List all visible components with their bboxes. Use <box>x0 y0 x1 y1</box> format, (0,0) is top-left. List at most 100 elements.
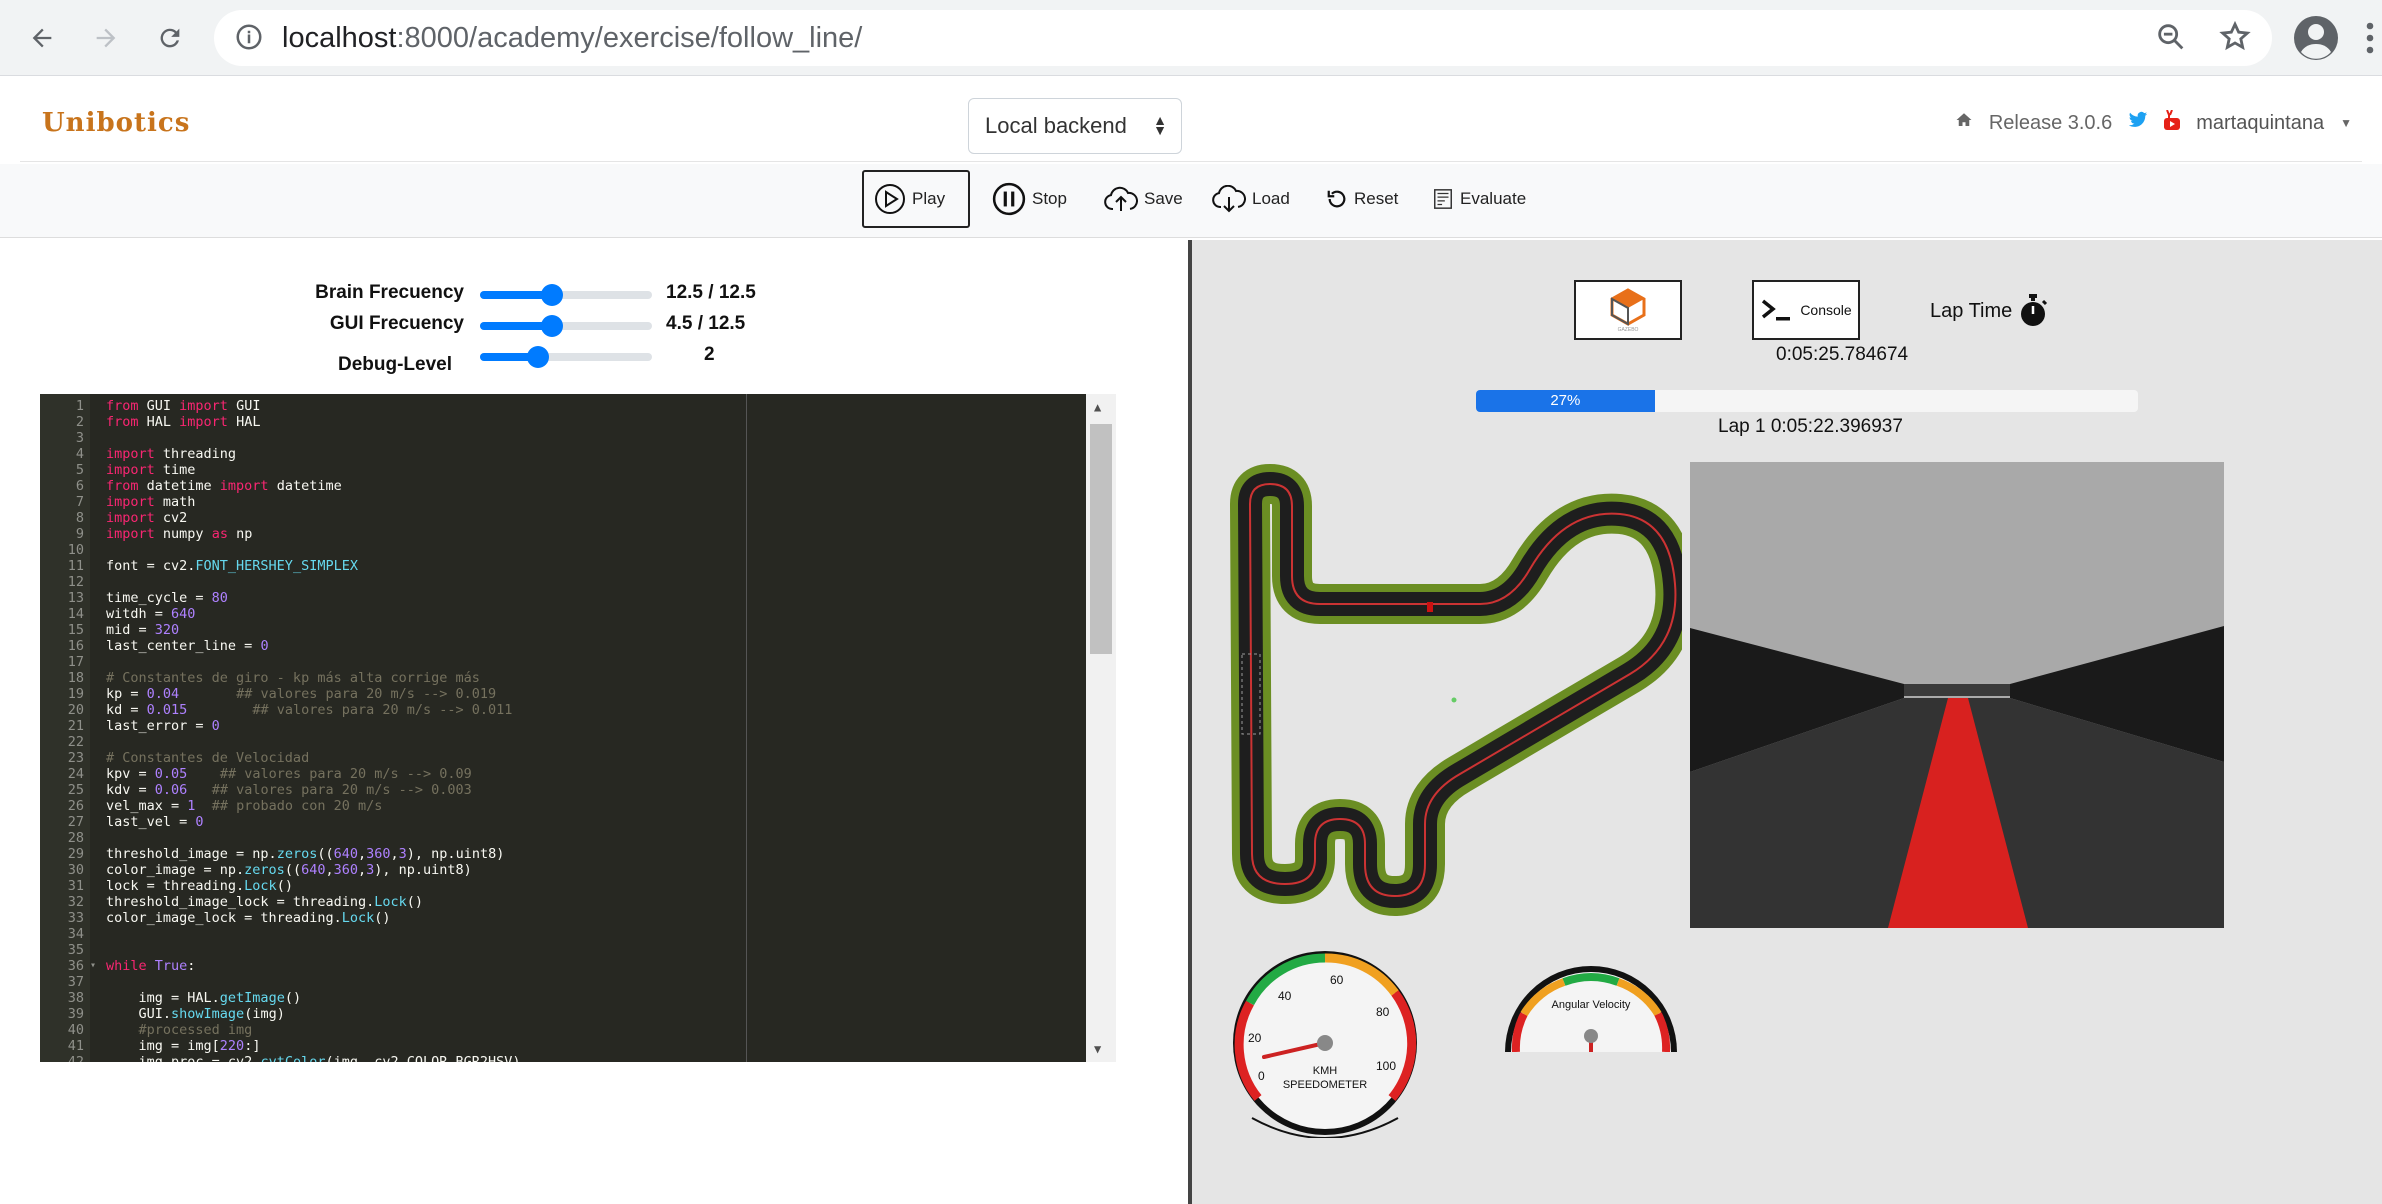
reset-button[interactable]: Reset <box>1316 170 1408 228</box>
evaluate-button[interactable]: Evaluate <box>1422 170 1536 228</box>
code-text[interactable]: font = cv2.FONT_HERSHEY_SIMPLEX <box>106 558 358 574</box>
code-text[interactable]: while True: <box>106 958 195 974</box>
info-icon[interactable] <box>234 22 264 57</box>
code-text[interactable]: kd = 0.015 ## valores para 20 m/s --> 0.… <box>106 702 512 718</box>
reload-icon[interactable] <box>146 14 194 62</box>
code-text[interactable]: threshold_image = np.zeros((640,360,3), … <box>106 846 504 862</box>
code-text[interactable]: #processed img <box>106 1022 253 1038</box>
code-line[interactable]: 24 kpv = 0.05 ## valores para 20 m/s --> … <box>40 766 1080 782</box>
code-text[interactable]: color_image = np.zeros((640,360,3), np.u… <box>106 862 472 878</box>
code-text[interactable]: mid = 320 <box>106 622 179 638</box>
fold-arrow-icon[interactable]: ▾ <box>90 958 96 974</box>
code-line[interactable]: 31 lock = threading.Lock() <box>40 878 1080 894</box>
brain-frequency-track[interactable] <box>480 284 652 306</box>
code-line[interactable]: 19 kp = 0.04 ## valores para 20 m/s --> 0… <box>40 686 1080 702</box>
code-text[interactable]: from GUI import GUI <box>106 398 260 414</box>
code-line[interactable]: 38 img = HAL.getImage() <box>40 990 1080 1006</box>
zoom-icon[interactable] <box>2154 20 2188 59</box>
gui-frequency-thumb[interactable] <box>541 315 564 337</box>
brand-logo[interactable]: Unibotics <box>42 108 190 138</box>
code-line[interactable]: 41 img = img[220:] <box>40 1038 1080 1054</box>
code-text[interactable]: time_cycle = 80 <box>106 590 228 606</box>
backend-select[interactable]: Local backend ▲ ▼ <box>968 98 1182 154</box>
code-lines[interactable]: 1 from GUI import GUI 2 from HAL import HAL… <box>40 398 1080 1062</box>
code-line[interactable]: 1 from GUI import GUI <box>40 398 1080 414</box>
bookmark-star-icon[interactable] <box>2218 20 2252 59</box>
code-text[interactable]: img = HAL.getImage() <box>106 990 302 1006</box>
code-line[interactable]: 40 #processed img <box>40 1022 1080 1038</box>
caret-down-icon[interactable]: ▼ <box>2340 116 2352 130</box>
home-icon[interactable] <box>1955 111 1973 135</box>
code-line[interactable]: 3 <box>40 430 1080 446</box>
code-text[interactable]: from datetime import datetime <box>106 478 342 494</box>
user-menu[interactable]: martaquintana <box>2196 112 2324 135</box>
code-text[interactable]: img = img[220:] <box>106 1038 261 1054</box>
code-editor[interactable]: 1 from GUI import GUI 2 from HAL import HAL… <box>40 394 1116 1062</box>
code-line[interactable]: 8 import cv2 <box>40 510 1080 526</box>
code-line[interactable]: 27 last_vel = 0 <box>40 814 1080 830</box>
code-text[interactable]: import time <box>106 462 195 478</box>
code-line[interactable]: 16 last_center_line = 0 <box>40 638 1080 654</box>
scrollbar-thumb[interactable] <box>1090 424 1112 654</box>
code-line[interactable]: 25 kdv = 0.06 ## valores para 20 m/s --> … <box>40 782 1080 798</box>
code-text[interactable]: img_proc = cv2.cvtColor(img, cv2.COLOR_B… <box>106 1054 521 1062</box>
code-line[interactable]: 36 ▾ while True: <box>40 958 1080 974</box>
code-line[interactable]: 13 time_cycle = 80 <box>40 590 1080 606</box>
code-line[interactable]: 28 <box>40 830 1080 846</box>
code-text[interactable]: # Constantes de giro - kp más alta corri… <box>106 670 480 686</box>
code-line[interactable]: 23 # Constantes de Velocidad <box>40 750 1080 766</box>
code-text[interactable]: GUI.showImage(img) <box>106 1006 285 1022</box>
code-text[interactable]: # Constantes de Velocidad <box>106 750 309 766</box>
code-text[interactable]: kpv = 0.05 ## valores para 20 m/s --> 0.… <box>106 766 472 782</box>
code-text[interactable]: threshold_image_lock = threading.Lock() <box>106 894 423 910</box>
code-line[interactable]: 35 <box>40 942 1080 958</box>
code-text[interactable]: vel_max = 1 ## probado con 20 m/s <box>106 798 382 814</box>
code-line[interactable]: 4 import threading <box>40 446 1080 462</box>
debug-level-track[interactable] <box>480 346 652 368</box>
code-text[interactable]: color_image_lock = threading.Lock() <box>106 910 390 926</box>
code-text[interactable]: last_center_line = 0 <box>106 638 269 654</box>
code-line[interactable]: 30 color_image = np.zeros((640,360,3), np… <box>40 862 1080 878</box>
debug-level-thumb[interactable] <box>527 346 550 368</box>
code-line[interactable]: 22 <box>40 734 1080 750</box>
code-line[interactable]: 20 kd = 0.015 ## valores para 20 m/s --> … <box>40 702 1080 718</box>
scroll-up-icon[interactable]: ▲ <box>1094 400 1101 414</box>
code-text[interactable]: kp = 0.04 ## valores para 20 m/s --> 0.0… <box>106 686 496 702</box>
code-text[interactable]: lock = threading.Lock() <box>106 878 293 894</box>
code-line[interactable]: 29 threshold_image = np.zeros((640,360,3)… <box>40 846 1080 862</box>
code-line[interactable]: 17 <box>40 654 1080 670</box>
code-line[interactable]: 9 import numpy as np <box>40 526 1080 542</box>
code-line[interactable]: 32 threshold_image_lock = threading.Lock(… <box>40 894 1080 910</box>
brain-frequency-thumb[interactable] <box>541 284 564 306</box>
profile-avatar-icon[interactable] <box>2292 14 2340 62</box>
code-line[interactable]: 11 font = cv2.FONT_HERSHEY_SIMPLEX <box>40 558 1080 574</box>
code-line[interactable]: 26 vel_max = 1 ## probado con 20 m/s <box>40 798 1080 814</box>
code-line[interactable]: 42 img_proc = cv2.cvtColor(img, cv2.COLO… <box>40 1054 1080 1062</box>
release-label[interactable]: Release 3.0.6 <box>1989 112 2112 135</box>
code-line[interactable]: 5 import time <box>40 462 1080 478</box>
code-text[interactable]: kdv = 0.06 ## valores para 20 m/s --> 0.… <box>106 782 472 798</box>
save-button[interactable]: Save <box>1094 170 1193 228</box>
code-line[interactable]: 15 mid = 320 <box>40 622 1080 638</box>
load-button[interactable]: Load <box>1202 170 1300 228</box>
code-line[interactable]: 12 <box>40 574 1080 590</box>
code-line[interactable]: 18 # Constantes de giro - kp más alta cor… <box>40 670 1080 686</box>
gui-frequency-track[interactable] <box>480 315 652 337</box>
youtube-icon[interactable] <box>2164 109 2181 136</box>
code-text[interactable]: last_error = 0 <box>106 718 220 734</box>
code-text[interactable]: import threading <box>106 446 236 462</box>
play-button[interactable]: Play <box>862 170 970 228</box>
browser-menu-icon[interactable] <box>2364 20 2376 61</box>
scroll-down-icon[interactable]: ▼ <box>1094 1042 1101 1056</box>
address-bar[interactable]: localhost:8000/academy/exercise/follow_l… <box>214 10 2272 66</box>
code-line[interactable]: 2 from HAL import HAL <box>40 414 1080 430</box>
twitter-icon[interactable] <box>2128 111 2148 135</box>
editor-scrollbar[interactable]: ▲ ▼ <box>1086 394 1116 1062</box>
code-line[interactable]: 6 from datetime import datetime <box>40 478 1080 494</box>
code-text[interactable]: from HAL import HAL <box>106 414 260 430</box>
forward-icon[interactable] <box>82 14 130 62</box>
back-icon[interactable] <box>18 14 66 62</box>
code-line[interactable]: 37 <box>40 974 1080 990</box>
code-text[interactable]: import numpy as np <box>106 526 252 542</box>
code-line[interactable]: 39 GUI.showImage(img) <box>40 1006 1080 1022</box>
